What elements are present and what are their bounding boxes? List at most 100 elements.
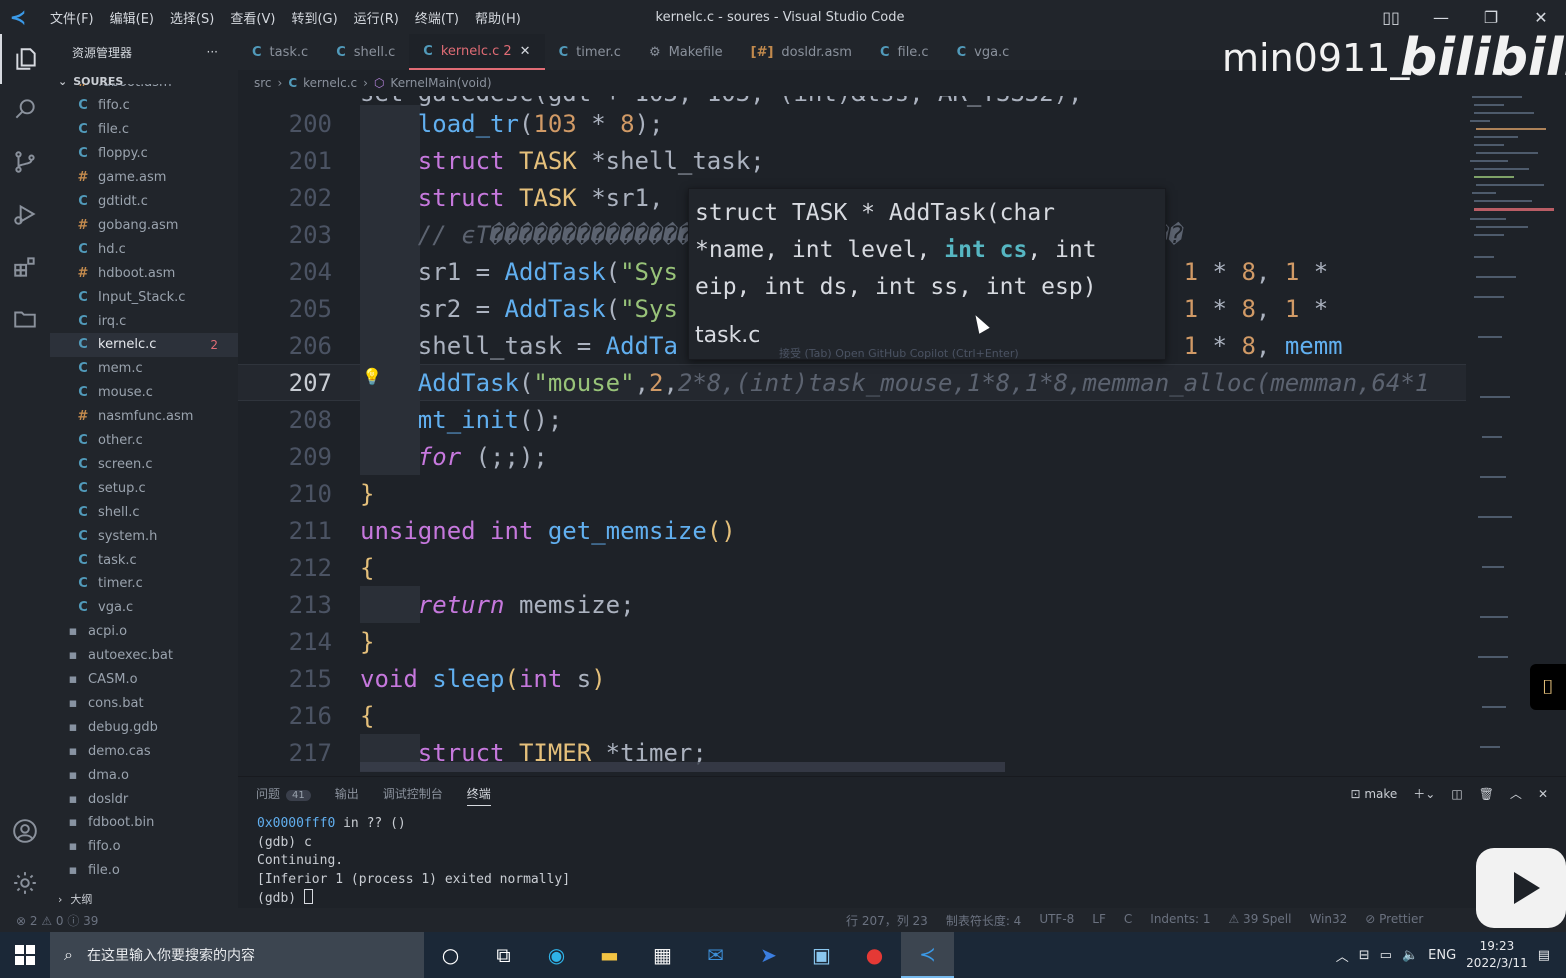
file-tree-item[interactable]: ▪ autoexec.bat [50,644,238,668]
maximize-panel-icon[interactable]: ︿ [1510,785,1522,802]
tab-output[interactable]: 输出 [335,785,359,806]
status-prettier[interactable]: ⊘ Prettier [1365,912,1423,929]
explorer-icon[interactable] [0,34,50,84]
close-panel-icon[interactable]: ✕ [1538,787,1548,801]
file-tree-item[interactable]: ▪ cons.bat [50,691,238,715]
display-icon[interactable]: ▭ [1380,948,1392,963]
file-tree-item[interactable]: Cshell.c [50,500,238,524]
clock[interactable]: 19:23 2022/3/11 [1466,938,1528,972]
chevron-up-icon[interactable]: ︿ [1336,946,1349,965]
file-tree-item[interactable]: Csystem.h [50,524,238,548]
file-tree-item[interactable]: Ctimer.c [50,572,238,596]
file-tree-item[interactable]: Cmouse.c [50,381,238,405]
terminal-selector[interactable]: ⊡ make [1350,787,1397,801]
file-tree-item[interactable]: ▪ debug.gdb [50,715,238,739]
input-language[interactable]: ENG [1428,948,1456,963]
file-tree-item[interactable]: Cother.c [50,429,238,453]
vscode-taskbar-icon[interactable]: ≺ [901,932,954,978]
file-tree-item[interactable]: # hdboot.asm [50,261,238,285]
menu-selection[interactable]: 选择(S) [162,8,222,27]
store-icon[interactable]: ▦ [636,932,689,978]
file-tree-item[interactable]: ▪ fifo.o [50,835,238,859]
file-tree-item[interactable]: Ctask.c [50,548,238,572]
file-explorer-icon[interactable]: ▬ [583,932,636,978]
menu-edit[interactable]: 编辑(E) [102,8,162,27]
breadcrumb-folder[interactable]: src [254,76,272,90]
file-tree-item[interactable]: # gobang.asm [50,213,238,237]
file-tree-item[interactable]: ▪ dosldr [50,787,238,811]
tab-problems[interactable]: 问题 41 [256,785,311,806]
file-tree-item[interactable]: ▪ CASM.o [50,668,238,692]
editor-tab[interactable]: Ctimer.c [545,34,635,70]
account-icon[interactable] [0,806,50,856]
file-tree-item[interactable]: # game.asm [50,166,238,190]
editor-tab[interactable]: Cfile.c [866,34,943,70]
outline-section[interactable]: › 大纲 [50,888,238,910]
status-platform[interactable]: Win32 [1309,912,1347,929]
menu-view[interactable]: 查看(V) [222,8,283,27]
network-icon[interactable]: ⊟ [1359,948,1370,963]
file-tree-item[interactable]: ▪ demo.cas [50,739,238,763]
breadcrumb-symbol[interactable]: KernelMain(void) [390,76,491,90]
file-tree-item[interactable]: Cmem.c [50,357,238,381]
file-tree-item[interactable]: ▪ file.o [50,859,238,874]
hover-source-file[interactable]: task.c [695,323,760,348]
task-view-icon[interactable]: ⧉ [477,932,530,978]
edge-browser-icon[interactable]: ◉ [530,932,583,978]
file-tree-item[interactable]: # fdboot.asm [50,84,238,94]
status-language[interactable]: C [1124,912,1132,929]
close-tab-icon[interactable]: ✕ [520,44,531,59]
feather-app-icon[interactable]: ➤ [742,932,795,978]
menu-run[interactable]: 运行(R) [346,8,407,27]
source-control-icon[interactable] [0,137,50,187]
file-tree-item[interactable]: Cirq.c [50,309,238,333]
editor-tab[interactable]: ⚙ Makefile [635,34,737,70]
menu-file[interactable]: 文件(F) [42,8,102,27]
status-tab-size[interactable]: 制表符长度: 4 [946,912,1022,929]
status-position[interactable]: 行 207，列 23 [846,912,928,929]
file-tree-item[interactable]: Cvga.c [50,596,238,620]
breadcrumb-file[interactable]: kernelc.c [303,76,357,90]
taskbar-search-input[interactable]: ⌕ 在这里输入你要搜索的内容 [50,932,424,978]
mail-icon[interactable]: ✉ [689,932,742,978]
split-terminal-icon[interactable]: ◫ [1451,787,1462,801]
new-terminal-button[interactable]: ＋⌄ [1413,785,1435,802]
menu-go[interactable]: 转到(G) [283,8,345,27]
editor-tab[interactable]: Cvga.c [943,34,1024,70]
file-tree-item[interactable]: Cfile.c [50,118,238,142]
editor-tab[interactable]: Ckernelc.c 2 ✕ [409,34,545,70]
editor-tab[interactable]: Ctask.c [238,34,322,70]
bilibili-app-icon[interactable]: ▣ [795,932,848,978]
problems-status[interactable]: ⊗ 2 ⚠ 0 ⓘ 39 [16,912,98,929]
notification-icon[interactable]: ▤ [1538,948,1550,963]
more-actions-button[interactable]: ··· [207,45,218,59]
file-tree-item[interactable]: Cscreen.c [50,452,238,476]
status-indents[interactable]: Indents: 1 [1150,912,1210,929]
tab-terminal[interactable]: 终端 [466,785,491,806]
editor-tab[interactable]: Cshell.c [322,34,409,70]
extensions-icon[interactable] [0,242,50,292]
file-tree-item[interactable]: Csetup.c [50,476,238,500]
terminal-output[interactable]: 0x0000fff0 in ?? () (gdb) c Continuing. … [257,815,570,909]
file-tree-item[interactable]: ▪ dma.o [50,763,238,787]
status-spell[interactable]: ⚠ 39 Spell [1228,912,1291,929]
status-eol[interactable]: LF [1092,912,1106,929]
settings-gear-icon[interactable] [0,858,50,908]
windows-start-icon[interactable] [0,932,50,978]
file-tree-item[interactable]: Ckernelc.c 2 [50,332,238,357]
floating-mouse-icon[interactable]: ⌷ [1530,664,1566,710]
editor-tab[interactable]: [#] dosldr.asm [737,34,866,70]
recorder-icon[interactable]: ● [848,932,901,978]
file-tree-item[interactable]: Cgdtidt.c [50,190,238,214]
file-tree-item[interactable]: Cfifo.c [50,94,238,118]
folder-icon[interactable] [0,294,50,344]
file-tree-item[interactable]: ▪ acpi.o [50,620,238,644]
tab-debug-console[interactable]: 调试控制台 [383,785,443,806]
menu-help[interactable]: 帮助(H) [467,8,529,27]
horizontal-scrollbar[interactable] [360,762,1005,772]
file-tree-item[interactable]: Chd.c [50,237,238,261]
run-debug-icon[interactable] [0,189,50,239]
trash-icon[interactable]: 🗑 [1479,787,1494,801]
file-tree-item[interactable]: # nasmfunc.asm [50,405,238,429]
file-tree-item[interactable]: C Input_Stack.c [50,285,238,309]
